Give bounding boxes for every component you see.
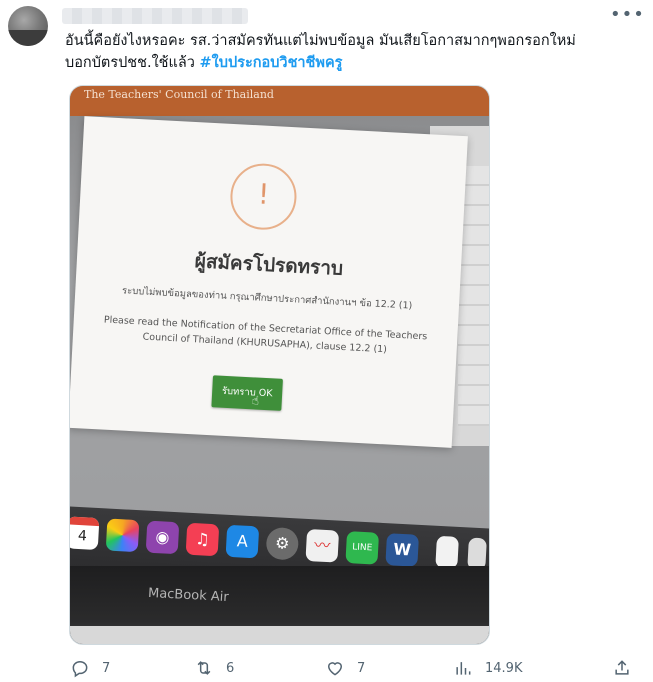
reply-icon	[72, 660, 88, 678]
like-count: 7	[357, 660, 366, 676]
reply-button[interactable]: 7	[70, 658, 110, 678]
tweet-actions-bar: 7 6 7 14.9K	[0, 652, 653, 682]
hashtag-link[interactable]: #ใบประกอบวิชาชีพครู	[200, 55, 343, 71]
table-surface	[70, 626, 489, 644]
tweet-text-line2: บอกบัตรปชช.ใช้แล้ว #ใบประกอบวิชาชีพครู	[65, 52, 640, 74]
warning-exclamation: !	[257, 177, 271, 211]
app-store-icon: A	[225, 524, 260, 559]
author-name-blurred[interactable]	[62, 8, 248, 24]
settings-icon: ⚙	[265, 526, 300, 561]
document-icon	[435, 535, 459, 569]
retweet-count: 6	[226, 660, 235, 676]
dialog-english-message: Please read the Notification of the Secr…	[103, 314, 428, 356]
avatar[interactable]	[8, 6, 48, 46]
tweet-text: อันนี้คือยังไงหรอคะ รส.ว่าสมัครทันแต่ไม่…	[65, 30, 640, 74]
photos-icon	[105, 518, 140, 553]
tweet-text-line1: อันนี้คือยังไงหรอคะ รส.ว่าสมัครทันแต่ไม่…	[65, 33, 576, 49]
line-app-icon: LINE	[345, 531, 380, 565]
podcasts-icon: ◉	[145, 520, 180, 555]
views-chart-icon	[456, 662, 471, 675]
word-icon: W	[385, 533, 419, 567]
retweet-button[interactable]: 6	[194, 658, 234, 678]
warning-icon: !	[228, 161, 299, 232]
ok-button: รับทราบ OK	[211, 375, 283, 411]
music-icon: ♫	[185, 522, 220, 557]
share-button[interactable]	[612, 658, 644, 678]
heart-icon	[327, 662, 343, 676]
hand-cursor-icon: ☝	[251, 393, 260, 408]
share-icon	[615, 660, 629, 675]
app-icon: 〰	[305, 528, 340, 563]
like-button[interactable]: 7	[325, 658, 365, 678]
alert-dialog: ! ผู้สมัครโปรดทราบ ระบบไม่พบข้อมูลของท่า…	[70, 116, 468, 448]
reply-count: 7	[102, 660, 111, 676]
more-options-icon[interactable]: •••	[610, 5, 644, 25]
views-button[interactable]: 14.9K	[453, 658, 522, 678]
tweet-media-photo[interactable]: The Teachers' Council of Thailand ! ผู้ส…	[69, 85, 490, 645]
tweet-text-line2-text: บอกบัตรปชช.ใช้แล้ว	[65, 55, 195, 71]
calendar-icon: 4	[70, 516, 100, 551]
dialog-title: ผู้สมัครโปรดทราบ	[194, 250, 344, 280]
retweet-icon	[197, 661, 211, 675]
site-title: The Teachers' Council of Thailand	[84, 88, 274, 101]
views-count: 14.9K	[485, 660, 523, 676]
